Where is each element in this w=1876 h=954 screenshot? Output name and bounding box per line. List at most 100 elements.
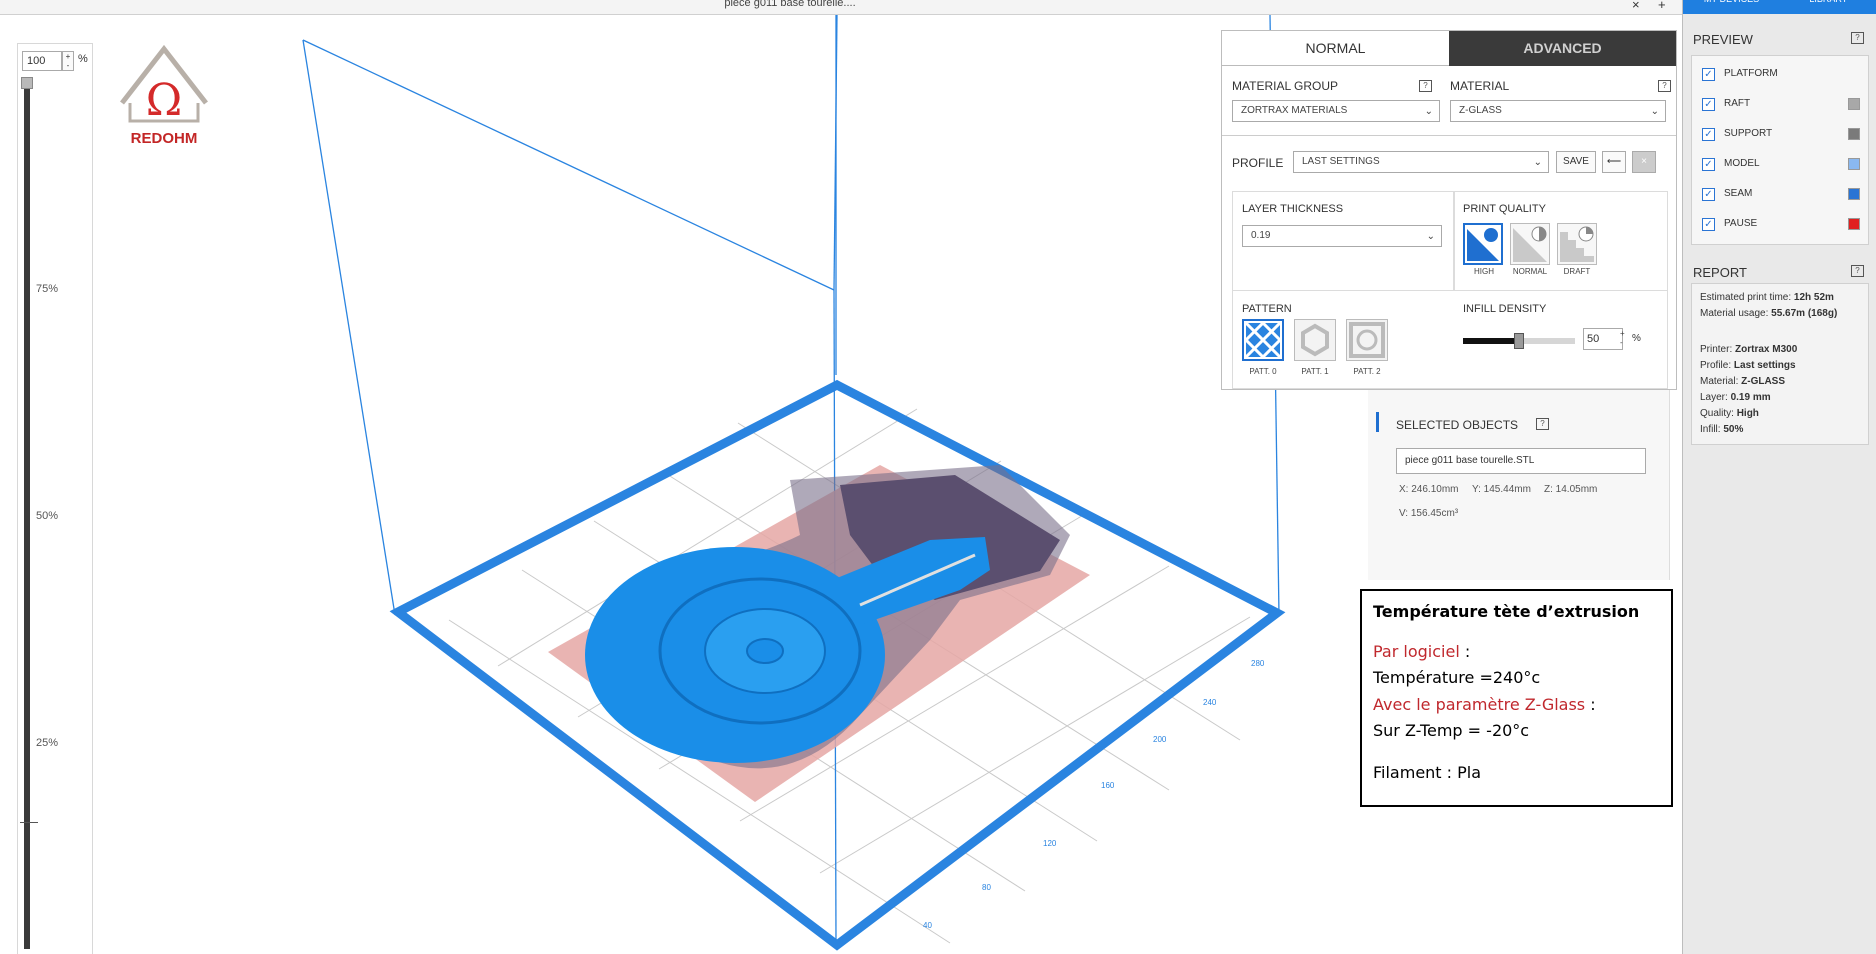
layer-slider-thumb[interactable] <box>21 77 33 89</box>
note-line-1: Par logiciel : <box>1373 642 1470 661</box>
profile-select[interactable]: LAST SETTINGS ⌄ <box>1293 151 1549 173</box>
section-accent-bar <box>1376 412 1379 432</box>
chevron-down-icon: ⌄ <box>1650 106 1659 117</box>
report-profile: Profile: Last settings <box>1700 360 1796 371</box>
object-name-field[interactable]: piece g011 base tourelle.STL <box>1396 448 1646 474</box>
material-group-select[interactable]: ZORTRAX MATERIALS ⌄ <box>1232 100 1440 122</box>
quality-high-icon[interactable] <box>1463 223 1503 265</box>
material-select[interactable]: Z-GLASS ⌄ <box>1450 100 1666 122</box>
quality-draft-icon[interactable] <box>1557 223 1597 265</box>
settings-tabs: NORMAL ADVANCED <box>1222 31 1676 66</box>
object-y-size: Y: 145.44mm <box>1472 484 1531 495</box>
preview-title: PREVIEW <box>1693 32 1753 47</box>
tab-my-devices[interactable]: MY DEVICES <box>1683 0 1780 14</box>
material-help-icon[interactable]: ? <box>1658 80 1671 92</box>
zoom-down-button[interactable]: - <box>63 61 73 70</box>
undo-icon[interactable]: ⟵ <box>1602 151 1626 173</box>
report-material: Material: Z-GLASS <box>1700 376 1786 387</box>
report-layer: Layer: 0.19 mm <box>1700 392 1771 403</box>
sidebar-tabs: MY DEVICES LIBRARY <box>1683 0 1876 14</box>
layer-thickness-select[interactable]: 0.19 ⌄ <box>1242 225 1442 247</box>
pattern-label: PATTERN <box>1242 303 1292 315</box>
support-color-swatch <box>1848 128 1860 140</box>
layer-slider-track[interactable] <box>24 79 30 949</box>
add-tab-icon[interactable]: + <box>1658 0 1666 12</box>
axis-label: 80 <box>982 883 991 892</box>
preview-item-model[interactable]: ✓ MODEL <box>1696 152 1866 178</box>
model-disc-hub <box>746 638 784 664</box>
platform-axis-labels: 40 80 120 160 200 240 280 <box>923 659 1265 930</box>
seam-color-swatch <box>1848 188 1860 200</box>
axis-label: 160 <box>1101 781 1115 790</box>
close-tab-icon[interactable]: × <box>1632 0 1640 12</box>
zoom-input[interactable]: 100 <box>22 51 62 71</box>
layer-thickness-value: 0.19 <box>1251 230 1271 241</box>
material-label: MATERIAL <box>1450 79 1510 93</box>
right-sidebar: MY DEVICES LIBRARY PREVIEW ? ✓ PLATFORM … <box>1682 0 1876 954</box>
logo-text: REDOHM <box>131 130 198 147</box>
preview-item-pause[interactable]: ✓ PAUSE <box>1696 212 1866 238</box>
pattern-2-icon[interactable] <box>1346 319 1388 361</box>
layer-thickness-label: LAYER THICKNESS <box>1242 203 1344 215</box>
seam-checkbox[interactable]: ✓ <box>1702 188 1715 201</box>
selected-objects-title: SELECTED OBJECTS <box>1396 418 1519 432</box>
preview-item-seam[interactable]: ✓ SEAM <box>1696 182 1866 208</box>
tab-library[interactable]: LIBRARY <box>1780 0 1876 14</box>
axis-label: 200 <box>1153 735 1167 744</box>
preview-help-icon[interactable]: ? <box>1851 32 1864 44</box>
zoom-up-button[interactable]: + <box>63 52 73 61</box>
report-material-usage: Material usage: 55.67m (168g) <box>1700 308 1838 319</box>
infill-spinner[interactable]: + - <box>1620 329 1625 347</box>
pattern-2-label: PATT. 2 <box>1353 367 1381 376</box>
quality-normal-icon[interactable] <box>1510 223 1550 265</box>
pattern-0-icon[interactable] <box>1242 319 1284 361</box>
preview-item-label: SEAM <box>1724 188 1753 199</box>
layer-zoom-panel: 100 + - % 75% 50% 25% <box>17 43 93 954</box>
note-software-label: Par logiciel <box>1373 642 1460 661</box>
support-checkbox[interactable]: ✓ <box>1702 128 1715 141</box>
model-color-swatch <box>1848 158 1860 170</box>
note-temperature: Température =240°c <box>1373 668 1541 687</box>
tab-normal[interactable]: NORMAL <box>1222 31 1449 66</box>
chevron-down-icon: ⌄ <box>1424 106 1433 117</box>
object-volume: V: 156.45cm³ <box>1399 508 1459 519</box>
report-quality: Quality: High <box>1700 408 1759 419</box>
object-x-size: X: 246.10mm <box>1399 484 1459 495</box>
note-filament: Filament : Pla <box>1373 763 1482 782</box>
pattern-1-icon[interactable] <box>1294 319 1336 361</box>
infill-slider-thumb[interactable] <box>1514 333 1524 349</box>
profile-label: PROFILE <box>1232 156 1284 170</box>
print-quality-label: PRINT QUALITY <box>1463 203 1546 215</box>
report-printer: Printer: Zortrax M300 <box>1700 344 1798 355</box>
material-group-label: MATERIAL GROUP <box>1232 79 1339 93</box>
delete-profile-icon[interactable]: × <box>1632 151 1656 173</box>
material-group-help-icon[interactable]: ? <box>1419 80 1432 92</box>
zoom-spinner[interactable]: + - <box>62 51 74 71</box>
report-help-icon[interactable]: ? <box>1851 265 1864 277</box>
zoom-percent-symbol: % <box>78 53 88 65</box>
preview-item-support[interactable]: ✓ SUPPORT <box>1696 122 1866 148</box>
raft-checkbox[interactable]: ✓ <box>1702 98 1715 111</box>
preview-item-platform[interactable]: ✓ PLATFORM <box>1696 62 1866 88</box>
zoom-tick-25: 25% <box>36 737 59 749</box>
infill-slider-track[interactable] <box>1463 333 1575 349</box>
platform-checkbox[interactable]: ✓ <box>1702 68 1715 81</box>
pattern-1-label: PATT. 1 <box>1301 367 1329 376</box>
pattern-0-label: PATT. 0 <box>1249 367 1277 376</box>
report-print-time: Estimated print time: 12h 52m <box>1700 292 1834 303</box>
tab-advanced[interactable]: ADVANCED <box>1449 31 1676 66</box>
build-volume-frame <box>302 15 1280 944</box>
selected-objects-help-icon[interactable]: ? <box>1536 418 1549 430</box>
report-title: REPORT <box>1693 265 1747 280</box>
layer-marker <box>20 822 38 823</box>
redohm-logo: Ω REDOHM <box>112 43 216 151</box>
infill-input[interactable]: 50 <box>1583 328 1623 350</box>
pause-checkbox[interactable]: ✓ <box>1702 218 1715 231</box>
pause-color-swatch <box>1848 218 1860 230</box>
zoom-tick-75: 75% <box>36 283 59 295</box>
preview-item-raft[interactable]: ✓ RAFT <box>1696 92 1866 118</box>
model-checkbox[interactable]: ✓ <box>1702 158 1715 171</box>
report-infill: Infill: 50% <box>1700 424 1744 435</box>
axis-label: 40 <box>923 921 932 930</box>
save-profile-button[interactable]: SAVE <box>1556 151 1596 173</box>
